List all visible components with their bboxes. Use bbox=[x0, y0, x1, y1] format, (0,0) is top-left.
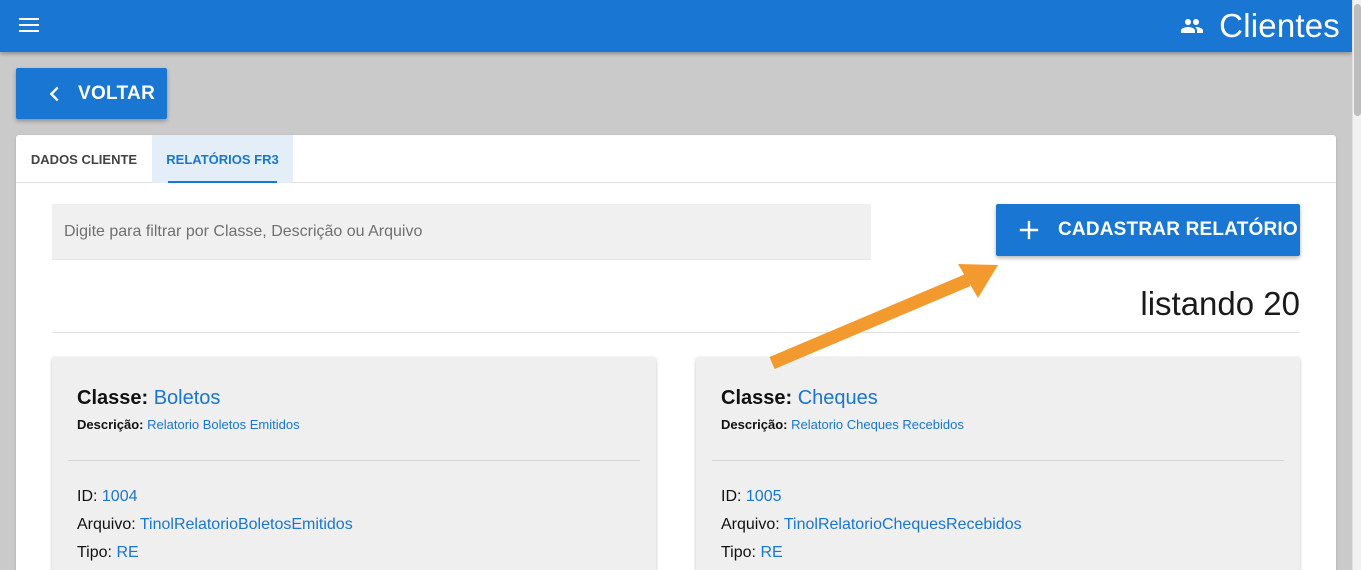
card-id: ID: 1004 bbox=[77, 488, 138, 506]
tab-label: DADOS CLIENTE bbox=[30, 151, 138, 167]
id-value: 1004 bbox=[101, 488, 138, 505]
card-arquivo: Arquivo: TinolRelatorioBoletosEmitidos bbox=[77, 516, 353, 534]
card-arquivo: Arquivo: TinolRelatorioChequesRecebidos bbox=[721, 516, 1022, 534]
descricao-value: Relatorio Boletos Emitidos bbox=[147, 417, 300, 432]
content-panel: DADOS CLIENTE RELATÓRIOS FR3 CADASTRAR R… bbox=[16, 135, 1336, 570]
descricao-value: Relatorio Cheques Recebidos bbox=[791, 417, 964, 432]
tipo-label: Tipo: bbox=[721, 544, 756, 561]
back-button[interactable]: VOLTAR bbox=[16, 68, 167, 119]
add-report-label: CADASTRAR RELATÓRIO bbox=[1058, 219, 1298, 240]
card-tipo: Tipo: RE bbox=[721, 544, 783, 562]
arquivo-label: Arquivo: bbox=[721, 516, 780, 533]
classe-value: Cheques bbox=[797, 387, 878, 409]
card-classe: Classe: Boletos bbox=[77, 387, 220, 410]
tab-dados-cliente[interactable]: DADOS CLIENTE bbox=[16, 135, 152, 183]
card-classe: Classe: Cheques bbox=[721, 387, 878, 410]
descricao-label: Descrição: bbox=[77, 417, 144, 432]
page-title: Clientes bbox=[1175, 6, 1340, 46]
report-card[interactable]: Classe: Boletos Descrição: Relatorio Bol… bbox=[52, 357, 656, 570]
id-label: ID: bbox=[77, 488, 98, 505]
card-id: ID: 1005 bbox=[721, 488, 782, 506]
tipo-label: Tipo: bbox=[77, 544, 112, 561]
classe-label: Classe: bbox=[77, 387, 149, 409]
chevron-left-icon bbox=[49, 86, 59, 101]
app-bar: Clientes bbox=[0, 0, 1352, 52]
arquivo-label: Arquivo: bbox=[77, 516, 136, 533]
arquivo-value: TinolRelatorioChequesRecebidos bbox=[783, 516, 1022, 533]
tipo-value: RE bbox=[116, 544, 139, 561]
card-descricao: Descrição: Relatorio Cheques Recebidos bbox=[721, 417, 964, 432]
scrollbar-thumb[interactable] bbox=[1354, 4, 1361, 116]
listing-count: listando 20 bbox=[1140, 285, 1300, 322]
tipo-value: RE bbox=[760, 544, 783, 561]
tab-relatorios-fr3[interactable]: RELATÓRIOS FR3 bbox=[152, 135, 293, 183]
plus-icon bbox=[1019, 220, 1039, 240]
divider bbox=[52, 332, 1300, 333]
report-card[interactable]: Classe: Cheques Descrição: Relatorio Che… bbox=[696, 357, 1300, 570]
card-divider bbox=[68, 460, 640, 461]
classe-label: Classe: bbox=[721, 387, 793, 409]
back-button-label: VOLTAR bbox=[78, 82, 156, 104]
scrollbar[interactable] bbox=[1352, 0, 1361, 570]
active-tab-indicator bbox=[168, 181, 277, 183]
tab-label: RELATÓRIOS FR3 bbox=[166, 151, 279, 167]
add-report-button[interactable]: CADASTRAR RELATÓRIO bbox=[996, 204, 1300, 256]
arquivo-value: TinolRelatorioBoletosEmitidos bbox=[139, 516, 353, 533]
id-value: 1005 bbox=[745, 488, 782, 505]
card-tipo: Tipo: RE bbox=[77, 544, 139, 562]
card-descricao: Descrição: Relatorio Boletos Emitidos bbox=[77, 417, 300, 432]
filter-input[interactable] bbox=[52, 204, 871, 260]
tab-bar: DADOS CLIENTE RELATÓRIOS FR3 bbox=[16, 135, 1336, 183]
id-label: ID: bbox=[721, 488, 742, 505]
menu-icon[interactable] bbox=[19, 18, 39, 34]
card-divider bbox=[712, 460, 1284, 461]
classe-value: Boletos bbox=[153, 387, 221, 409]
people-icon bbox=[1181, 19, 1204, 33]
app-title: Clientes bbox=[1219, 7, 1340, 44]
descricao-label: Descrição: bbox=[721, 417, 788, 432]
